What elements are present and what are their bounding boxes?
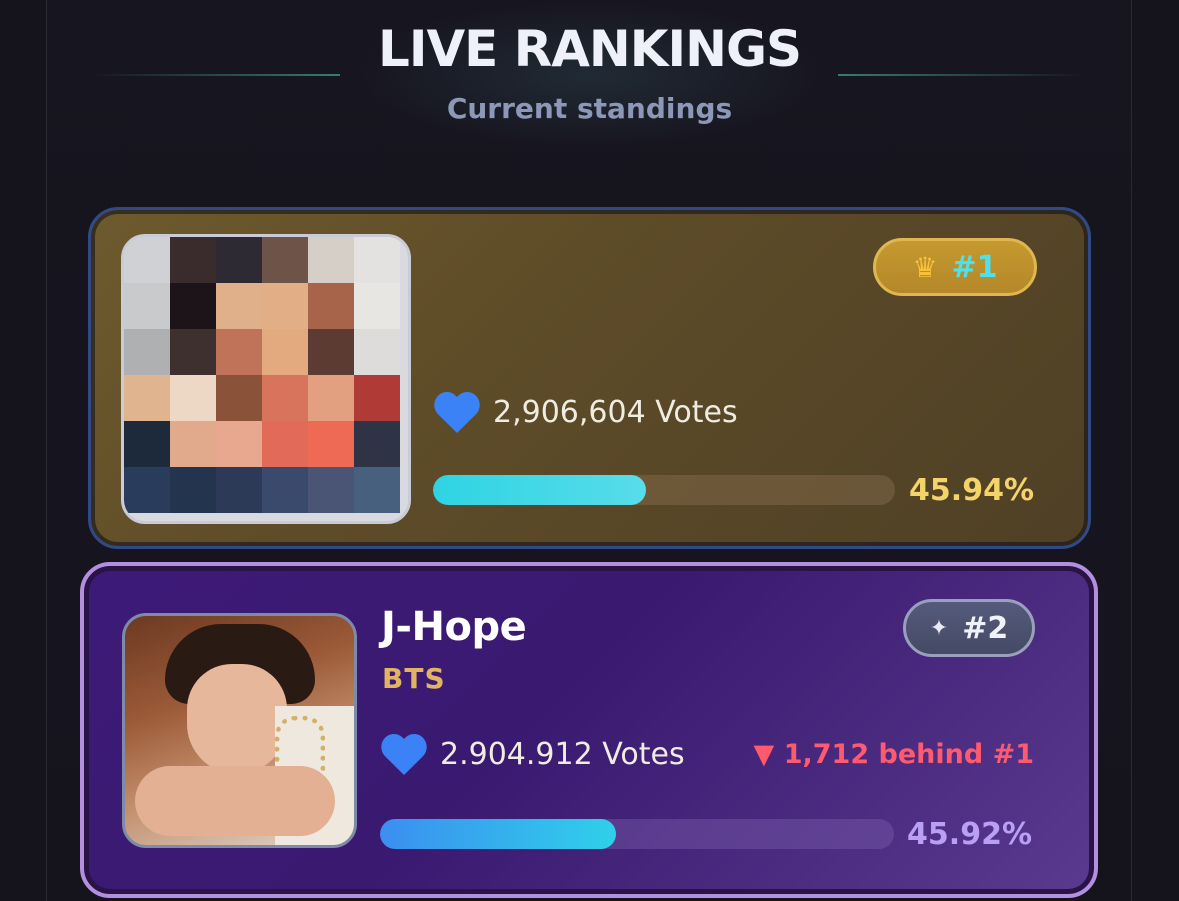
mosaic-pixel (308, 467, 354, 513)
mosaic-pixel (216, 467, 262, 513)
vote-count: 2,906,604 Votes (433, 390, 738, 434)
mosaic-pixel (354, 375, 400, 421)
sparkle-icon: ✦ (929, 615, 949, 641)
mosaic-pixel (170, 329, 216, 375)
pixelated-avatar-image (124, 237, 408, 521)
rank-badge-2: ✦ #2 (903, 599, 1035, 657)
rank-label: #2 (962, 610, 1009, 646)
vote-progress-bar (380, 819, 894, 849)
mosaic-pixel (216, 375, 262, 421)
mosaic-pixel (308, 329, 354, 375)
heart-icon (381, 733, 427, 775)
vote-progress-fill (433, 475, 646, 505)
page-title: LIVE RANKINGS (377, 20, 802, 78)
mosaic-pixel (308, 421, 354, 467)
mosaic-pixel (262, 467, 308, 513)
mosaic-pixel (170, 467, 216, 513)
rank-badge-1: ♛ #1 (873, 238, 1037, 296)
vote-count-text: 2.904.912 Votes (440, 736, 685, 772)
avatar (122, 613, 357, 848)
vote-progress-bar (433, 475, 895, 505)
artist-group: BTS (382, 662, 446, 695)
mosaic-pixel (262, 237, 308, 283)
mosaic-pixel (124, 375, 170, 421)
mosaic-pixel (262, 375, 308, 421)
rank-label: #1 (951, 249, 998, 285)
mosaic-pixel (354, 421, 400, 467)
artist-name: J-Hope (381, 604, 527, 650)
vote-count: 2.904.912 Votes (380, 732, 685, 776)
mosaic-pixel (170, 421, 216, 467)
crown-icon: ♛ (912, 250, 938, 284)
vote-percentage: 45.94% (909, 473, 1034, 508)
mosaic-pixel (308, 283, 354, 329)
mosaic-pixel (216, 237, 262, 283)
votes-behind-indicator: ▼ 1,712 behind #1 (753, 739, 1034, 770)
mosaic-pixel (354, 467, 400, 513)
mosaic-pixel (170, 375, 216, 421)
mosaic-pixel (262, 283, 308, 329)
page-subtitle: Current standings (446, 92, 733, 125)
vote-count-text: 2,906,604 Votes (493, 394, 738, 430)
mosaic-pixel (170, 283, 216, 329)
mosaic-pixel (216, 283, 262, 329)
mosaic-pixel (308, 237, 354, 283)
mosaic-pixel (354, 283, 400, 329)
mosaic-pixel (124, 283, 170, 329)
vote-progress-fill (380, 819, 617, 849)
avatar-face (187, 664, 287, 774)
ranking-card-2[interactable]: J-Hope BTS ✦ #2 2.904.912 Votes ▼ 1,712 … (80, 562, 1098, 898)
mosaic-pixel (124, 329, 170, 375)
mosaic-pixel (170, 237, 216, 283)
mosaic-pixel (124, 467, 170, 513)
avatar-blurred (121, 234, 411, 524)
vote-percentage: 45.92% (907, 817, 1032, 852)
mosaic-pixel (124, 421, 170, 467)
mosaic-pixel (354, 329, 400, 375)
rankings-header: LIVE RANKINGS Current standings (0, 0, 1179, 160)
mosaic-pixel (262, 421, 308, 467)
mosaic-pixel (216, 421, 262, 467)
mosaic-pixel (262, 329, 308, 375)
mosaic-pixel (308, 375, 354, 421)
avatar-arm (135, 766, 335, 836)
mosaic-pixel (354, 237, 400, 283)
heart-icon (434, 391, 480, 433)
mosaic-pixel (216, 329, 262, 375)
mosaic-pixel (124, 237, 170, 283)
ranking-card-1[interactable]: ♛ #1 2,906,604 Votes 45.94% (88, 207, 1091, 549)
